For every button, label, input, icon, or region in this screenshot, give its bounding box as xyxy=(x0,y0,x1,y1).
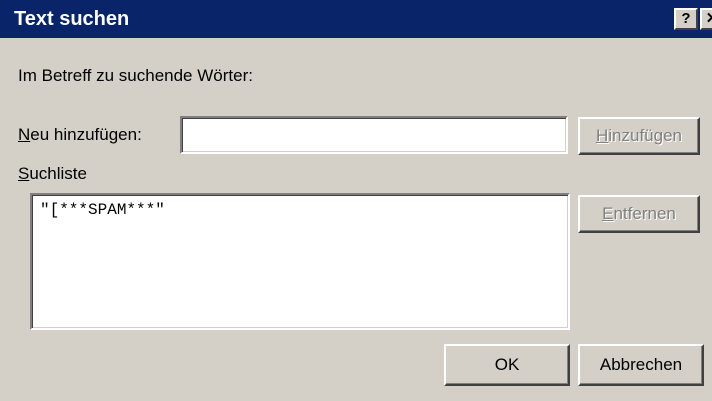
add-button-accel: H xyxy=(595,126,609,145)
add-word-input[interactable] xyxy=(180,116,568,154)
remove-button[interactable]: Entfernen xyxy=(578,195,700,233)
ok-button-label: OK xyxy=(494,355,520,374)
close-icon[interactable]: ✕ xyxy=(700,8,712,30)
add-word-label: Neu hinzufügen: xyxy=(18,125,142,145)
add-button-rest: inzufügen xyxy=(608,126,682,145)
add-word-label-accel: N xyxy=(18,125,31,144)
help-icon[interactable]: ? xyxy=(674,8,698,30)
title-bar[interactable]: Text suchen ? ✕ xyxy=(0,0,712,38)
add-button[interactable]: Hinzufügen xyxy=(578,117,700,155)
ok-button[interactable]: OK xyxy=(444,344,570,386)
list-item[interactable]: "[***SPAM***" xyxy=(40,201,165,219)
instruction-text: Im Betreff zu suchende Wörter: xyxy=(18,66,253,85)
cancel-button-label: Abbrechen xyxy=(599,355,683,374)
window-title: Text suchen xyxy=(14,8,130,30)
search-list-label-accel: S xyxy=(18,164,30,183)
cancel-button[interactable]: Abbrechen xyxy=(578,344,704,386)
search-list-label: Suchliste xyxy=(18,164,87,184)
text-suchen-dialog: Text suchen ? ✕ Im Betreff zu suchende W… xyxy=(0,0,712,401)
remove-button-rest: ntfernen xyxy=(613,204,676,223)
search-list-label-rest: uchliste xyxy=(29,164,87,183)
remove-button-accel: E xyxy=(602,204,614,223)
search-list-box[interactable]: "[***SPAM***" xyxy=(30,193,570,330)
add-word-label-rest: eu hinzufügen: xyxy=(30,125,142,144)
